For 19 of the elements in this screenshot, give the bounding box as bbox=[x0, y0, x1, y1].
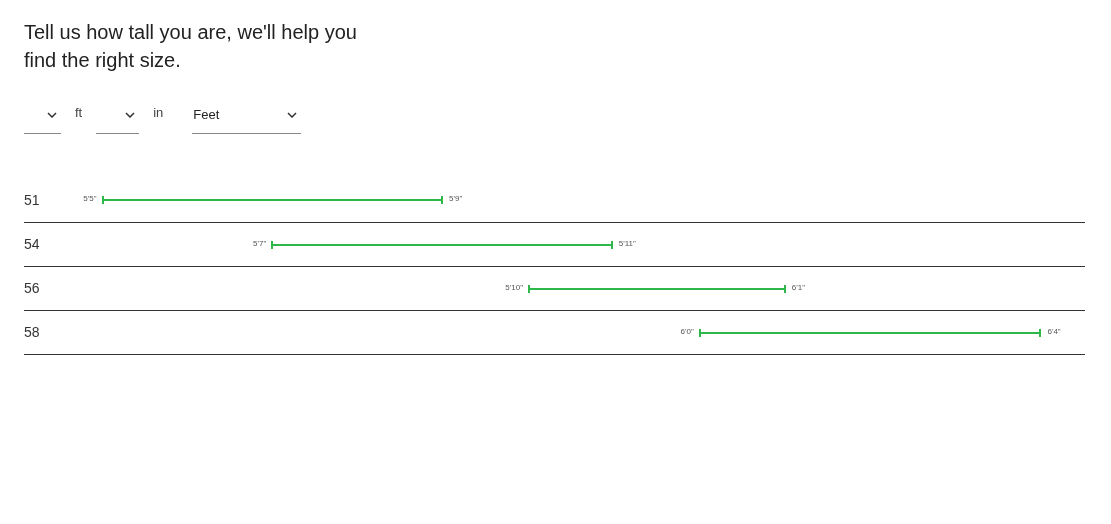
size-label: 54 bbox=[24, 235, 41, 254]
size-label: 56 bbox=[24, 279, 41, 298]
chevron-down-icon bbox=[287, 111, 298, 118]
height-label: 5'5" bbox=[83, 193, 97, 205]
chevron-down-icon bbox=[47, 111, 57, 118]
height-label: 5'11" bbox=[618, 237, 636, 250]
unit-label: ft bbox=[75, 103, 83, 122]
size-label: 58 bbox=[24, 323, 41, 342]
select-field[interactable]: Feet bbox=[192, 96, 302, 134]
height-label: 6'1" bbox=[791, 281, 805, 294]
height-label: 6'0" bbox=[680, 325, 694, 338]
unit-label: in bbox=[153, 103, 164, 122]
heading: Tell us how tall you are, we'll help you find the right size. bbox=[24, 20, 358, 73]
height-label: 5'7" bbox=[253, 237, 267, 250]
height-label: 6'4" bbox=[1047, 325, 1061, 338]
size-label: 51 bbox=[24, 190, 41, 210]
chevron-down-icon bbox=[125, 111, 136, 118]
height-label: 5'10" bbox=[505, 281, 524, 294]
height-label: 5'9" bbox=[449, 193, 463, 205]
